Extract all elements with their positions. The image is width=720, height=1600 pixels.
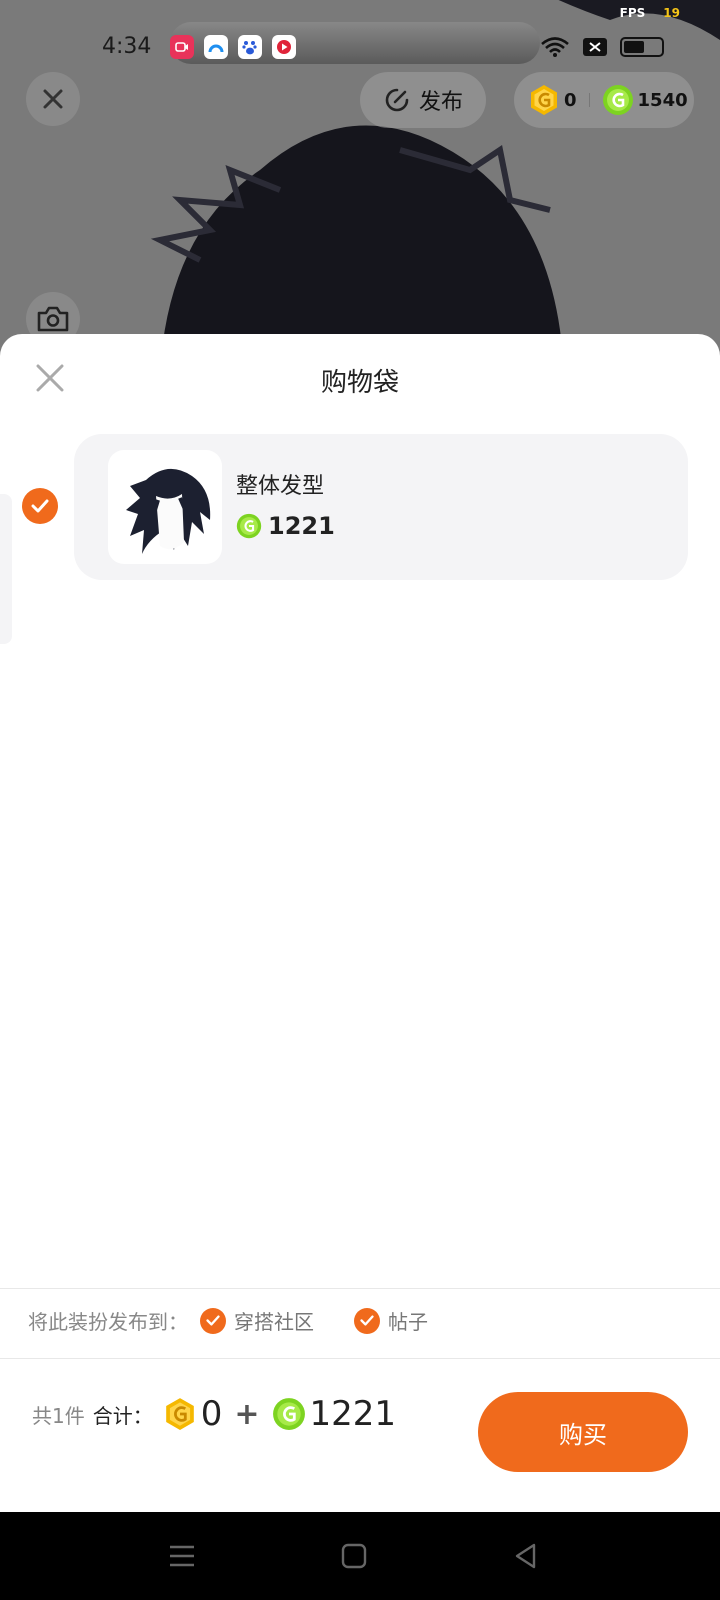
green-coin-balance: 1540 [637,89,688,111]
wifi-icon [541,37,569,57]
fps-value: 19 [663,6,680,20]
avatar-hair-preview [150,125,564,360]
back-icon[interactable] [510,1540,542,1572]
divider [0,1358,720,1359]
side-tab [0,494,12,644]
checkbox-icon [200,1307,226,1334]
publish-to-label: 将此装扮发布到： [28,1310,188,1334]
checkmark-icon [31,499,49,513]
item-count: 共1件 [32,1403,85,1428]
close-icon [43,89,63,109]
notification-icons [170,35,296,59]
item-name: 整体发型 [236,474,325,499]
gold-total: 0 [200,1394,223,1434]
fps-label: FPS [619,6,646,20]
close-button[interactable] [26,72,80,126]
publish-label: 发布 [418,90,463,115]
green-total: 1221 [309,1394,397,1434]
option-label: 帖子 [388,1310,428,1334]
divider [0,1288,720,1289]
camera-icon [37,306,69,332]
publish-button[interactable]: 发布 [360,72,486,128]
menu-icon[interactable] [166,1540,198,1572]
publish-icon [385,88,409,112]
publish-to-row: 将此装扮发布到： 穿搭社区 帖子 [28,1306,428,1335]
browser-icon [204,35,228,59]
green-coin-icon [602,85,633,115]
gold-coin-balance: 0 [564,89,577,111]
gold-coin-icon [531,85,557,115]
total-label: 合计： [92,1403,153,1428]
sheet-title: 购物袋 [320,368,399,398]
option-outfit-community[interactable]: 穿搭社区 [200,1306,314,1335]
item-checkbox[interactable] [22,488,58,524]
gold-coin-icon [165,1398,194,1430]
home-icon[interactable] [338,1540,370,1572]
green-coin-icon [272,1398,305,1430]
buy-button[interactable]: 购买 [478,1392,688,1472]
no-sim-icon [583,38,607,56]
system-indicators [540,36,664,58]
shopping-bag-sheet: 购物袋 整体发型 1221 将此装扮发布到： 穿搭社区 帖子 共1件 合计： 0… [0,334,720,1512]
fps-counter: FPS 19 [620,6,680,20]
baidu-icon [238,35,262,59]
clock: 4:34 [102,34,152,59]
video-app-icon [272,35,296,59]
order-total: 共1件 合计： 0 + 1221 [32,1394,396,1434]
green-coin-icon [236,513,262,539]
hairstyle-thumbnail-icon [126,468,211,554]
plus-sign: + [234,1396,260,1432]
coin-separator [588,93,590,107]
currency-balance[interactable]: 0 1540 [514,72,694,128]
option-post[interactable]: 帖子 [354,1306,428,1335]
item-thumbnail [108,450,222,564]
system-navigation-bar [0,1512,720,1600]
checkbox-icon [354,1307,380,1334]
cart-item-card[interactable]: 整体发型 1221 [74,434,688,580]
option-label: 穿搭社区 [234,1310,314,1334]
screen-recorder-icon [170,35,194,59]
item-price: 1221 [236,512,335,540]
status-bar: FPS 19 4:34 [0,0,720,80]
battery-icon [620,37,664,57]
item-price-value: 1221 [268,512,335,540]
